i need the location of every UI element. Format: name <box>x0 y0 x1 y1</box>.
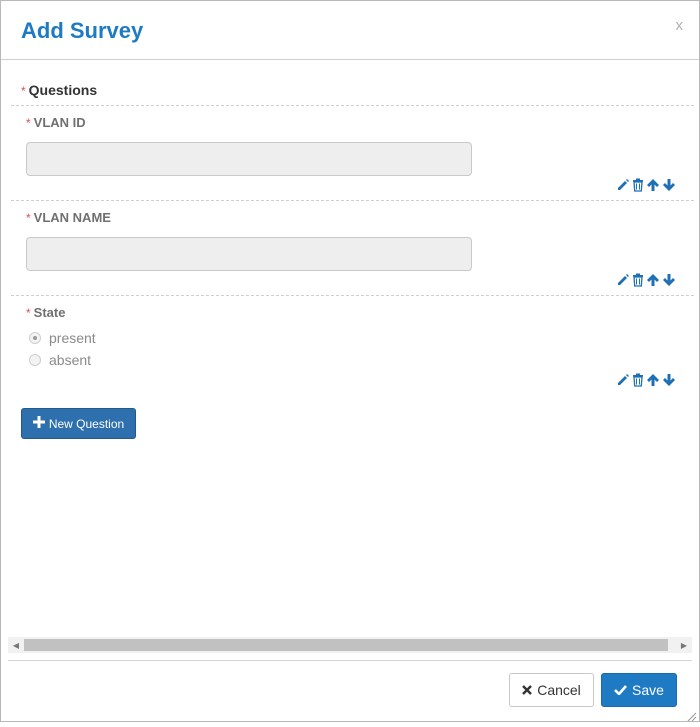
close-button[interactable]: x <box>676 17 684 34</box>
trash-icon[interactable] <box>632 178 644 192</box>
new-question-label: New Question <box>48 416 125 431</box>
question-label: * VLAN NAME <box>26 210 111 225</box>
plus-icon <box>32 416 45 431</box>
trash-icon[interactable] <box>632 373 644 387</box>
modal-body: * Questions * VLAN ID * VLAN NAME * Stat… <box>2 61 698 636</box>
new-question-button[interactable]: New Question <box>21 408 136 439</box>
arrow-down-icon[interactable] <box>662 373 676 387</box>
cancel-label: Cancel <box>537 682 581 698</box>
radio-label: present <box>49 330 96 346</box>
radio-button[interactable] <box>29 332 41 344</box>
save-label: Save <box>632 682 664 698</box>
horizontal-scrollbar[interactable]: ◀ ▶ <box>8 637 692 653</box>
resize-grip-icon[interactable] <box>687 709 697 722</box>
scrollbar-thumb[interactable] <box>24 639 668 651</box>
arrow-down-icon[interactable] <box>662 273 676 287</box>
modal-title: Add Survey <box>21 18 144 43</box>
vlan-name-input[interactable] <box>26 237 472 271</box>
required-marker: * <box>26 306 31 320</box>
arrow-up-icon[interactable] <box>646 373 660 387</box>
modal-footer: Cancel Save <box>8 660 692 722</box>
arrow-down-icon[interactable] <box>662 178 676 192</box>
question-item: * State present absent <box>11 295 694 390</box>
question-label-text: State <box>33 305 66 320</box>
radio-option-absent[interactable]: absent <box>29 352 91 368</box>
required-marker: * <box>21 84 26 98</box>
pencil-icon[interactable] <box>616 373 630 387</box>
add-survey-modal: Add Survey x * Questions * VLAN ID * VLAN N… <box>0 0 700 722</box>
pencil-icon[interactable] <box>616 273 630 287</box>
radio-label: absent <box>49 352 92 368</box>
question-label-text: VLAN ID <box>33 115 86 130</box>
modal-header: Add Survey x <box>1 1 699 60</box>
question-actions <box>616 178 676 192</box>
cancel-button[interactable]: Cancel <box>509 673 594 707</box>
required-marker: * <box>26 211 31 225</box>
pencil-icon[interactable] <box>616 178 630 192</box>
required-marker: * <box>26 116 31 130</box>
question-label: * VLAN ID <box>26 115 86 130</box>
questions-heading: * Questions <box>21 82 97 98</box>
question-actions <box>616 273 676 287</box>
vlan-id-input[interactable] <box>26 142 472 176</box>
question-item: * VLAN NAME <box>11 200 694 295</box>
question-label: * State <box>26 305 65 320</box>
questions-title: Questions <box>28 82 98 98</box>
save-button[interactable]: Save <box>601 673 677 707</box>
question-item: * VLAN ID <box>11 105 694 200</box>
radio-button[interactable] <box>29 354 41 366</box>
arrow-up-icon[interactable] <box>646 273 660 287</box>
question-actions <box>616 373 676 387</box>
trash-icon[interactable] <box>632 273 644 287</box>
radio-option-present[interactable]: present <box>29 330 96 346</box>
scroll-right-icon[interactable]: ▶ <box>676 637 692 653</box>
question-label-text: VLAN NAME <box>33 210 111 225</box>
close-icon <box>522 682 533 698</box>
scroll-left-icon[interactable]: ◀ <box>8 637 24 653</box>
check-icon <box>614 682 628 698</box>
arrow-up-icon[interactable] <box>646 178 660 192</box>
